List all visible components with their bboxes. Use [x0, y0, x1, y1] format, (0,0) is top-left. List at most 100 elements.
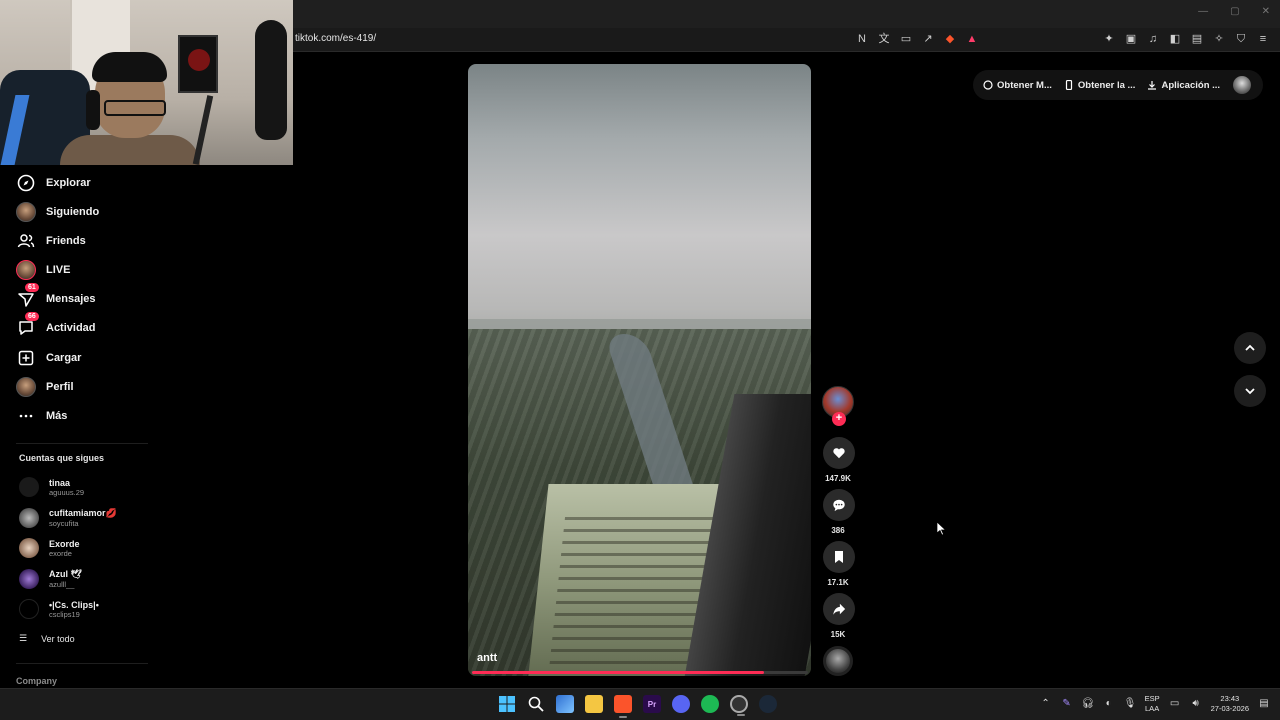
leo-ai-icon[interactable]: ✧: [1212, 32, 1226, 46]
sidebar-item-live[interactable]: LIVE: [16, 259, 70, 281]
premiere-icon[interactable]: Pr: [643, 695, 661, 713]
sidebar-item-mas[interactable]: Más: [16, 405, 67, 427]
see-all-link[interactable]: ☰ Ver todo: [19, 633, 75, 644]
webcam-mic: [192, 95, 214, 165]
chevron-up-icon: [1245, 344, 1255, 351]
translate-icon[interactable]: 文: [877, 32, 891, 46]
chevron-down-icon: [1245, 388, 1255, 395]
top-actions-bar: Obtener M... Obtener la ... Aplicación .…: [973, 70, 1263, 100]
get-app-label: Obtener la ...: [1077, 79, 1136, 91]
wallet-icon[interactable]: ▤: [1190, 32, 1204, 46]
brave-browser-icon[interactable]: [614, 695, 632, 718]
desktop-app-button[interactable]: Aplicación ...: [1147, 80, 1220, 91]
sound-disc[interactable]: [823, 646, 853, 676]
webcam-guitar: [255, 20, 287, 140]
reader-mode-icon[interactable]: N: [855, 32, 869, 46]
company-link[interactable]: Company: [16, 676, 57, 686]
cast-icon[interactable]: ▭: [899, 32, 913, 46]
save-button[interactable]: [823, 541, 855, 573]
get-coins-label: Obtener M...: [997, 79, 1052, 91]
sidebar-item-actividad[interactable]: 66 Actividad: [16, 312, 96, 339]
widgets-icon[interactable]: [556, 695, 574, 713]
maximize-button[interactable]: ▢: [1230, 6, 1239, 17]
following-handle: exorde: [49, 548, 72, 558]
spotify-icon[interactable]: [701, 695, 719, 713]
vpn-icon[interactable]: ⛉: [1234, 32, 1248, 46]
following-item[interactable]: cufitamiamor💋 soycufita: [19, 504, 117, 532]
following-item[interactable]: Exorde exorde: [19, 534, 80, 562]
like-count: 147.9K: [825, 474, 851, 483]
steam-tray-icon[interactable]: ◐: [1103, 698, 1115, 710]
following-names: Azul 🕊 azulll__: [49, 569, 82, 589]
share-button[interactable]: [823, 593, 855, 625]
language-code: ESP: [1144, 694, 1160, 703]
address-bar[interactable]: tiktok.com/es-419/: [295, 33, 376, 44]
sidebar-item-mensajes[interactable]: 61 Mensajes: [16, 283, 96, 310]
heart-icon: [833, 448, 845, 459]
avatar: [19, 599, 39, 619]
comment-button[interactable]: [823, 489, 855, 521]
obs-icon[interactable]: [730, 695, 748, 716]
comment-icon: [833, 499, 845, 512]
clock-date: 27-03-2026: [1210, 704, 1249, 713]
sidebar-icon[interactable]: ◧: [1168, 32, 1182, 46]
previous-video-button[interactable]: [1234, 332, 1266, 364]
tab-search-icon[interactable]: ▣: [1124, 32, 1138, 46]
minimize-button[interactable]: —: [1198, 6, 1208, 17]
taskbar-apps: Pr: [498, 695, 777, 718]
sidebar-item-explorar[interactable]: Explorar: [16, 172, 91, 194]
headset-icon[interactable]: 🎧︎: [1082, 698, 1095, 710]
microphone-icon[interactable]: 🎙︎: [1124, 698, 1137, 710]
network-icon[interactable]: ▭: [1169, 698, 1181, 710]
clock[interactable]: 23:43 27-03-2026: [1211, 694, 1249, 714]
close-window-button[interactable]: ✕: [1262, 6, 1270, 17]
chevron-up-icon[interactable]: ⌃: [1040, 698, 1052, 710]
share-icon[interactable]: ↗: [921, 32, 935, 46]
sidebar-item-label: Cargar: [46, 352, 82, 364]
file-explorer-icon[interactable]: [585, 695, 603, 713]
avatar: [19, 508, 39, 528]
video-player[interactable]: antt: [468, 64, 811, 676]
feather-icon[interactable]: ✎: [1061, 698, 1073, 710]
windows-icon: [499, 696, 515, 712]
language-indicator[interactable]: ESP LAA: [1145, 694, 1160, 714]
follow-button[interactable]: +: [832, 412, 846, 426]
address-bar-icons: N 文 ▭ ↗ ◆ ▲: [855, 32, 979, 46]
start-button[interactable]: [498, 695, 516, 713]
steam-icon[interactable]: [759, 695, 777, 713]
sidebar-item-cargar[interactable]: Cargar: [16, 347, 81, 369]
menu-icon[interactable]: ≡: [1256, 32, 1270, 46]
sidebar-item-siguiendo[interactable]: Siguiendo: [16, 201, 99, 223]
notifications-icon[interactable]: ▤: [1258, 698, 1270, 710]
following-section-title: Cuentas que sigues: [19, 453, 105, 463]
get-coins-button[interactable]: Obtener M...: [983, 80, 1052, 91]
search-button[interactable]: [527, 695, 545, 713]
like-button[interactable]: [823, 437, 855, 469]
share-count: 15K: [830, 630, 846, 639]
extensions-icon[interactable]: ✦: [1102, 32, 1116, 46]
share-arrow-icon: [833, 603, 846, 615]
sidebar-item-label: Mensajes: [46, 293, 96, 305]
sidebar-item-friends[interactable]: Friends: [16, 230, 86, 252]
brave-rewards-icon[interactable]: ▲: [965, 32, 979, 46]
get-app-button[interactable]: Obtener la ...: [1064, 79, 1136, 91]
media-icon[interactable]: ♫: [1146, 32, 1160, 46]
user-avatar[interactable]: [1233, 76, 1251, 94]
toolbar-icons: ✦ ▣ ♫ ◧ ▤ ✧ ⛉ ≡: [1102, 32, 1270, 46]
following-item[interactable]: •|Cs. Clips|• csclips19: [19, 595, 99, 623]
following-item[interactable]: Azul 🕊 azulll__: [19, 565, 82, 593]
next-video-button[interactable]: [1234, 375, 1266, 407]
discord-icon[interactable]: [672, 695, 690, 713]
sidebar-item-perfil[interactable]: Perfil: [16, 376, 74, 398]
following-handle: soycufita: [49, 519, 79, 528]
video-author[interactable]: antt: [477, 652, 497, 664]
following-item[interactable]: tinaa aguuus.29: [19, 473, 84, 501]
webcam-hair: [92, 52, 167, 82]
list-icon: ☰: [19, 633, 28, 643]
video-progress-bar[interactable]: [472, 671, 808, 674]
volume-icon[interactable]: 🔊︎: [1190, 698, 1202, 710]
brave-shield-icon[interactable]: ◆: [943, 32, 957, 46]
following-names: Exorde exorde: [49, 539, 80, 558]
following-name: •|Cs. Clips|•: [49, 599, 99, 610]
sidebar-item-label: Friends: [46, 235, 86, 247]
